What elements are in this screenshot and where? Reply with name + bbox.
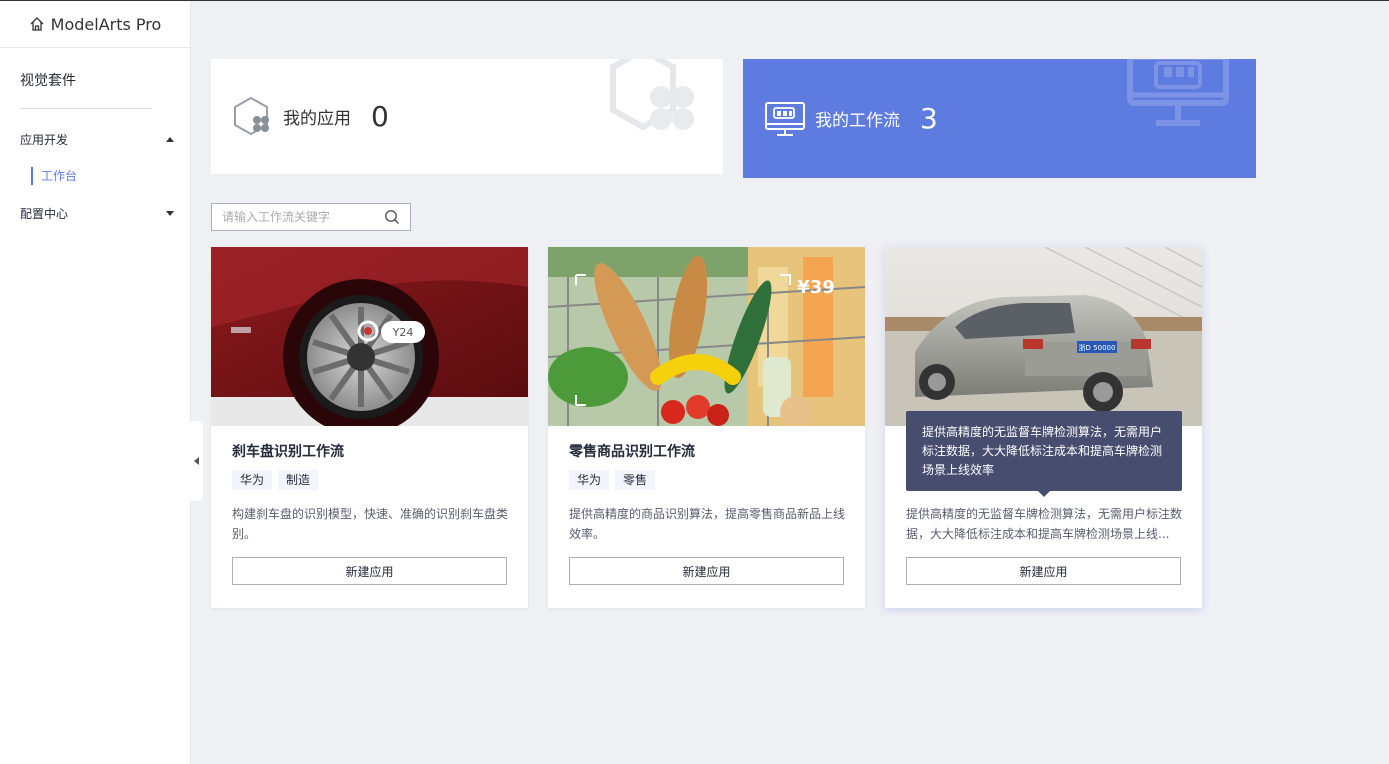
workflow-tags: 华为 制造 [232,470,528,490]
caret-down-icon [166,210,174,216]
workflow-card-brake-disc[interactable]: Y24 刹车盘识别工作流 华为 制造 构建刹车盘的识别模型，快速、准确的识别刹车… [211,247,528,608]
workflow-card-retail[interactable]: ¥39 零售商品识别工作流 华为 零售 提供高精度的商品识别算法，提高零售商品新… [548,247,865,608]
create-app-button[interactable]: 新建应用 [906,557,1181,585]
my-workflows-count: 3 [920,102,938,135]
workflow-monitor-watermark-icon [1127,59,1229,126]
brake-disc-image-label: Y24 [392,326,414,339]
sidebar: ModelArts Pro 视觉套件 应用开发 工作台 配置中心 [0,1,191,764]
create-app-button[interactable]: 新建应用 [569,557,844,585]
my-workflows-label: 我的工作流 [815,111,900,131]
nav-group-label: 配置中心 [20,206,69,221]
tag: 零售 [615,470,656,490]
nav-group-config-center[interactable]: 配置中心 [0,203,190,223]
my-workflows-card[interactable]: 我的工作流 3 [743,59,1256,178]
workflow-image-retail: ¥39 [548,247,865,426]
workflow-monitor-icon [765,101,805,136]
caret-up-icon [166,136,174,142]
search-input[interactable] [222,210,384,224]
window-top-border [0,0,1389,1]
my-apps-card[interactable]: 我的应用 0 [211,59,723,174]
workflow-description: 提供高精度的商品识别算法，提高零售商品新品上线效率。 [569,507,845,541]
suite-title: 视觉套件 [20,73,76,89]
tag: 华为 [232,470,273,490]
app-title: ModelArts Pro [50,14,162,34]
nav-group-app-dev[interactable]: 应用开发 [0,129,190,149]
sidebar-collapse-toggle[interactable] [190,421,203,501]
workflow-description: 提供高精度的无监督车牌检测算法，无需用户标注数据，大大降低标注成本和提高车牌检测… [906,507,1182,541]
app-hexagon-watermark-icon [610,59,694,131]
workflow-image-brake-disc: Y24 [211,247,528,426]
workflow-tags: 华为 零售 [569,470,865,490]
workflow-title: 刹车盘识别工作流 [232,444,344,460]
description-tooltip: 提供高精度的无监督车牌检测算法，无需用户标注数据，大大降低标注成本和提高车牌检测… [906,411,1182,497]
retail-image-label: ¥39 [797,277,835,298]
brand-header[interactable]: ModelArts Pro [0,1,190,48]
nav-group-label: 应用开发 [20,132,69,147]
tag: 制造 [278,470,319,490]
workflow-description: 构建刹车盘的识别模型，快速、准确的识别刹车盘类别。 [232,507,508,541]
app-hexagon-icon [234,96,269,135]
workflow-title: 零售商品识别工作流 [569,444,695,460]
caret-left-icon [194,457,199,465]
workflow-search-box[interactable] [211,203,411,231]
license-plate-image-label: 浙D 50000 [1079,343,1116,352]
my-apps-count: 0 [371,100,389,133]
sidebar-item-workbench[interactable]: 工作台 [31,167,190,185]
home-icon [30,17,44,31]
sidebar-divider [20,108,152,109]
search-icon[interactable] [384,209,400,225]
workflow-image-license-plate: 浙D 50000 [885,247,1202,426]
tag: 华为 [569,470,610,490]
my-apps-label: 我的应用 [283,109,351,129]
create-app-button[interactable]: 新建应用 [232,557,507,585]
